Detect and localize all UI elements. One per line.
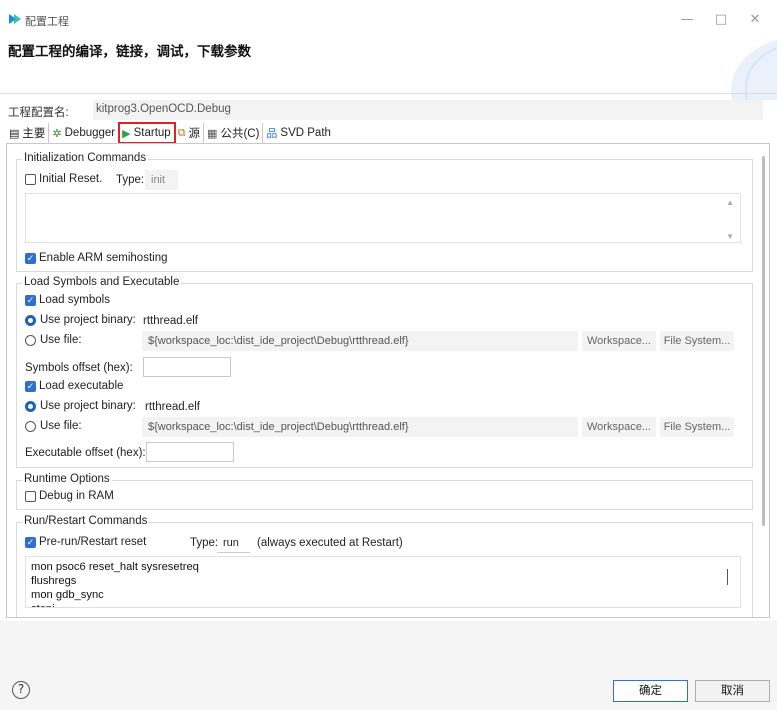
initial-reset-checkbox[interactable]: Initial Reset. [25,173,102,185]
tab-common[interactable]: ▦ 公共(C) [204,123,264,143]
run-restart-title: Run/Restart Commands [22,515,150,527]
symbols-file-path-field[interactable]: ${workspace_loc:\dist_ide_project\Debug\… [142,331,578,351]
use-file-label: Use file: [40,420,82,432]
enable-semihosting-label: Enable ARM semihosting [39,252,168,264]
enable-semihosting-checkbox[interactable]: ✓ Enable ARM semihosting [25,252,167,264]
vertical-scrollbar[interactable] [762,156,765,526]
svd-tab-icon: 品 [266,128,278,140]
init-type-label: Type: [116,174,145,186]
main-tab-icon: ▤ [9,127,20,140]
load-symbols-title: Load Symbols and Executable [22,276,182,288]
load-symbols-group [16,283,753,468]
command-line: mon gdb_sync [31,589,104,601]
page-heading: 配置工程的编译，链接，调试，下载参数 [8,44,251,59]
config-name-label: 工程配置名: [8,107,69,119]
exec-binary-name: rtthread.elf [145,401,200,413]
debug-in-ram-checkbox[interactable]: Debug in RAM [25,490,114,502]
init-type-field[interactable]: init [145,170,178,190]
scroll-down-icon[interactable]: ▼ [726,232,734,241]
cancel-button[interactable]: 取消 [695,680,770,702]
debugger-tab-icon: ✲ [52,127,62,140]
ok-button[interactable]: 确定 [613,680,688,702]
window-title: 配置工程 [25,16,69,28]
minimize-button[interactable]: — [672,8,702,32]
tab-debugger[interactable]: ✲ Debugger [49,123,120,143]
use-project-binary-label: Use project binary: [40,400,136,412]
scroll-up-icon[interactable]: ▲ [726,198,734,207]
exec-use-file-radio[interactable]: Use file: [25,420,82,432]
load-symbols-label: Load symbols [39,294,110,306]
load-executable-label: Load executable [39,380,124,392]
prerun-reset-checkbox[interactable]: ✓ Pre-run/Restart reset [25,536,146,548]
exec-workspace-button[interactable]: Workspace... [582,417,656,437]
checkmark-icon: ✓ [25,536,36,548]
title-bar [0,0,777,40]
command-line: mon psoc6 reset_halt sysresetreq [31,561,199,573]
runtime-options-group [16,480,753,510]
tab-label: Debugger [64,127,116,139]
command-line: flushregs [31,575,77,587]
close-button[interactable]: ✕ [740,8,770,32]
run-restart-note: (always executed at Restart) [257,537,403,549]
symbols-file-system-button[interactable]: File System... [660,331,734,351]
radio-selected-icon [25,314,36,326]
radio-selected-icon [25,400,36,412]
tab-main[interactable]: ▤ 主要 [6,123,50,143]
tab-bar: ▤ 主要 ✲ Debugger ▶ Startup ⧉ 源 ▦ 公共(C) 品 … [6,122,334,144]
initial-reset-label: Initial Reset. [39,173,103,185]
runtime-options-title: Runtime Options [22,473,112,485]
tab-label: 公共(C) [220,128,260,140]
exec-file-system-button[interactable]: File System... [660,417,734,437]
startup-panel: Initialization Commands Initial Reset. T… [6,143,770,618]
exec-offset-input[interactable] [146,442,234,462]
tab-svd-path[interactable]: 品 SVD Path [263,123,334,143]
checkbox-box [25,490,36,502]
exec-offset-label: Executable offset (hex): [25,447,146,459]
text-cursor [727,569,728,585]
tab-label: 主要 [22,128,46,140]
maximize-button[interactable]: □ [706,8,736,32]
run-commands-textarea[interactable]: mon psoc6 reset_halt sysresetreq flushre… [25,556,741,608]
app-logo-icon [9,14,21,24]
checkmark-icon: ✓ [25,252,36,264]
use-file-label: Use file: [40,334,82,346]
symbols-use-file-radio[interactable]: Use file: [25,334,82,346]
tab-label: 源 [188,128,201,140]
exec-file-path-field[interactable]: ${workspace_loc:\dist_ide_project\Debug\… [142,417,578,437]
config-name-field[interactable]: kitprog3.OpenOCD.Debug [93,100,763,120]
source-tab-icon: ⧉ [177,126,186,139]
init-commands-title: Initialization Commands [22,152,149,164]
run-type-label: Type: [190,537,219,549]
symbols-offset-input[interactable] [143,357,231,377]
common-tab-icon: ▦ [207,127,218,140]
symbols-binary-name: rtthread.elf [143,315,198,327]
help-icon[interactable]: ? [12,681,30,699]
play-icon: ▶ [122,127,131,140]
prerun-reset-label: Pre-run/Restart reset [39,536,147,548]
debug-in-ram-label: Debug in RAM [39,490,114,502]
use-project-binary-label: Use project binary: [40,314,136,326]
run-commands-text: mon psoc6 reset_halt sysresetreq flushre… [31,560,199,607]
radio-unselected-icon [25,420,36,432]
tab-source[interactable]: ⧉ 源 [175,123,205,143]
init-commands-textarea[interactable]: ▲ ▼ [25,193,741,243]
symbols-offset-label: Symbols offset (hex): [25,362,133,374]
tab-label: Startup [133,127,171,139]
load-symbols-checkbox[interactable]: ✓ Load symbols [25,294,110,306]
header-divider [0,93,777,94]
radio-unselected-icon [25,334,36,346]
checkbox-box [25,173,36,185]
command-line: stepi [31,602,199,607]
banner-decoration [731,40,777,100]
run-type-field[interactable]: run [217,533,250,553]
checkmark-icon: ✓ [25,294,36,306]
tab-label: SVD Path [280,127,331,139]
symbols-workspace-button[interactable]: Workspace... [582,331,656,351]
exec-use-project-binary-radio[interactable]: Use project binary: [25,400,136,412]
checkmark-icon: ✓ [25,380,36,392]
tab-startup[interactable]: ▶ Startup [118,122,176,144]
symbols-use-project-binary-radio[interactable]: Use project binary: [25,314,136,326]
load-executable-checkbox[interactable]: ✓ Load executable [25,380,123,392]
